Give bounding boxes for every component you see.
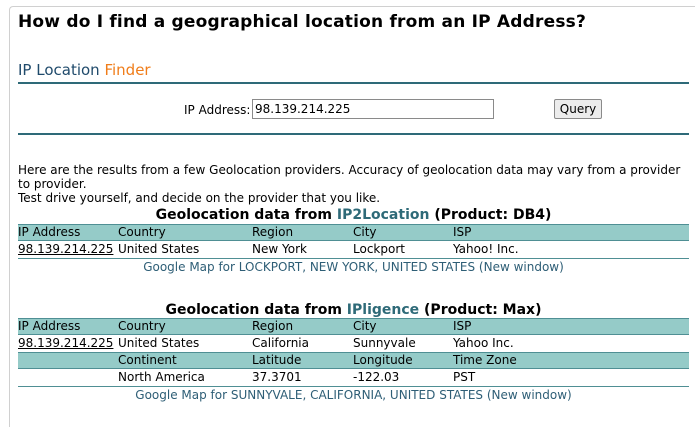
ip-address-input[interactable] [252, 99, 494, 119]
table-cell: PST [453, 370, 476, 384]
table-cell: New York [252, 242, 307, 256]
table-cell: California [252, 336, 309, 350]
provider-link-ipligence[interactable]: IPligence [347, 302, 419, 318]
finder-title: IP Location Finder [18, 61, 151, 79]
ip-address-link[interactable]: 98.139.214.225 [18, 242, 113, 257]
section-product: (Product: DB4) [434, 207, 552, 223]
section-title-ipligence: Geolocation data from IPligence (Product… [18, 302, 689, 318]
section-title-ip2location: Geolocation data from IP2Location (Produ… [18, 207, 689, 223]
table-cell: Yahoo! Inc. [453, 242, 519, 256]
column-header: Country [118, 319, 166, 333]
intro-line-2: Test drive yourself, and decide on the p… [18, 191, 381, 205]
results-table-ip2location: IP Address Country Region City ISP 98.13… [18, 224, 689, 258]
query-button[interactable]: Query [554, 99, 602, 119]
results-table-ipligence: IP Address Country Region City ISP 98.13… [18, 318, 689, 386]
divider-bottom [18, 133, 689, 135]
table-cell: United States [118, 336, 200, 350]
ip-address-label: IP Address: [184, 103, 251, 117]
table-cell: United States [118, 242, 200, 256]
google-map-link-sunnyvale[interactable]: Google Map for SUNNYVALE, CALIFORNIA, UN… [18, 386, 689, 402]
table-cell: Lockport [353, 242, 405, 256]
column-header: IP Address [18, 319, 81, 333]
table-cell: Sunnyvale [353, 336, 416, 350]
table-row: 98.139.214.225 United States New York Lo… [18, 241, 689, 258]
provider-link-ip2location[interactable]: IP2Location [337, 207, 430, 223]
column-header: Region [252, 319, 294, 333]
finder-title-accent: Finder [104, 61, 151, 79]
column-header: Country [118, 225, 166, 239]
table-header-row: Continent Latitude Longitude Time Zone [18, 352, 689, 369]
intro-line-1: Here are the results from a few Geolocat… [18, 163, 681, 191]
column-header: IP Address [18, 225, 81, 239]
section-prefix: Geolocation data from [155, 207, 332, 223]
page-title: How do I find a geographical location fr… [18, 12, 587, 32]
intro-text: Here are the results from a few Geolocat… [18, 163, 693, 205]
table-cell: 37.3701 [252, 370, 302, 384]
section-prefix: Geolocation data from [165, 302, 342, 318]
table-header-row: IP Address Country Region City ISP [18, 318, 689, 335]
column-header: Region [252, 225, 294, 239]
column-header: Time Zone [453, 353, 517, 367]
ip-address-link[interactable]: 98.139.214.225 [18, 336, 113, 351]
divider-top [18, 82, 689, 84]
finder-title-main: IP Location [18, 61, 100, 79]
google-map-link-lockport[interactable]: Google Map for LOCKPORT, NEW YORK, UNITE… [18, 258, 689, 274]
table-row: 98.139.214.225 United States California … [18, 335, 689, 352]
column-header: Longitude [353, 353, 413, 367]
table-cell: -122.03 [353, 370, 400, 384]
column-header: City [353, 225, 377, 239]
column-header: ISP [453, 225, 472, 239]
table-cell: Yahoo Inc. [453, 336, 514, 350]
table-header-row: IP Address Country Region City ISP [18, 224, 689, 241]
column-header: Latitude [252, 353, 302, 367]
column-header: City [353, 319, 377, 333]
column-header: Continent [118, 353, 177, 367]
table-row: North America 37.3701 -122.03 PST [18, 369, 689, 386]
section-product: (Product: Max) [424, 302, 542, 318]
table-cell: North America [118, 370, 205, 384]
column-header: ISP [453, 319, 472, 333]
